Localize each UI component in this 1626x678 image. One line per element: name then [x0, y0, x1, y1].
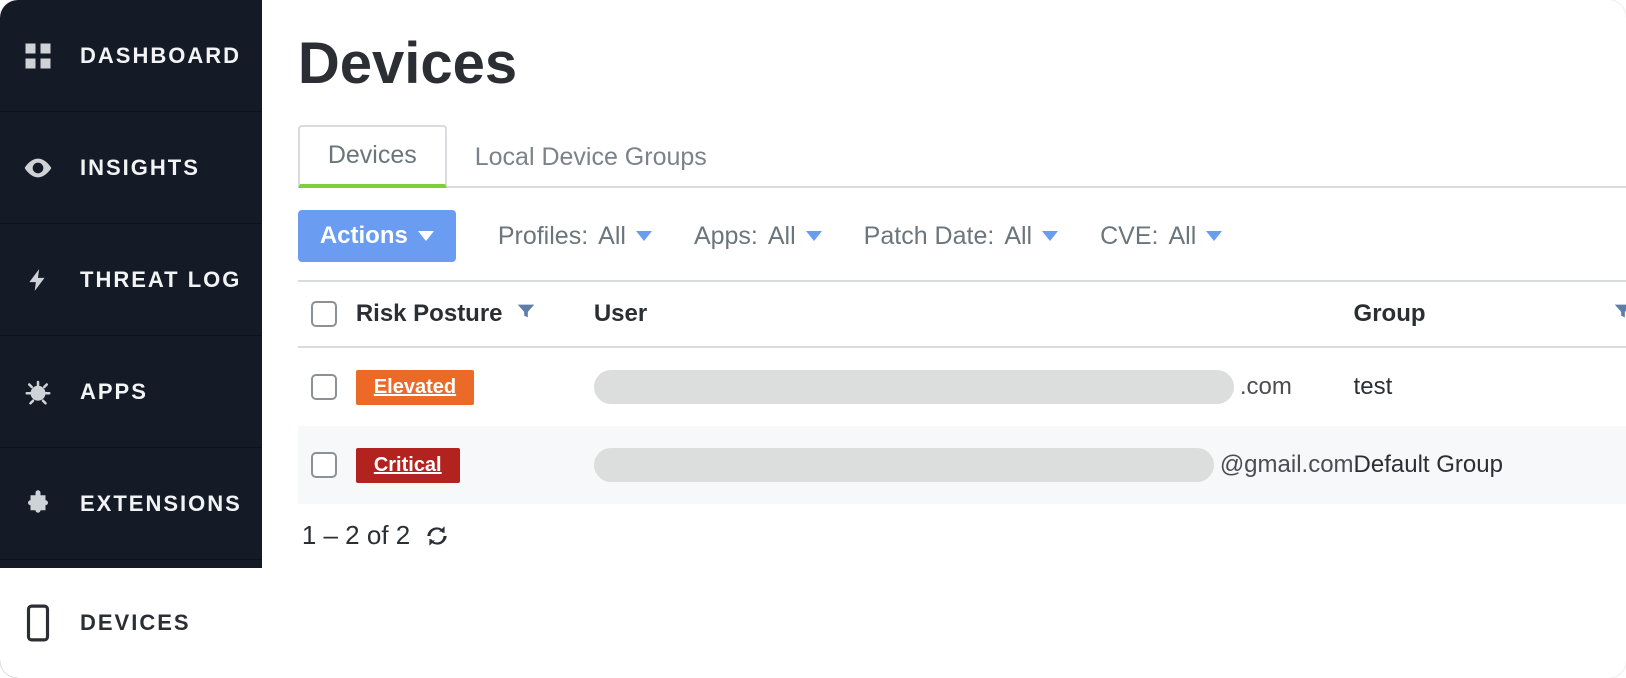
filter-patch-date[interactable]: Patch Date: All: [864, 222, 1058, 251]
tab-label: Devices: [328, 141, 417, 169]
sidebar-item-dashboard[interactable]: DASHBOARD: [0, 0, 262, 112]
eye-icon: [20, 152, 56, 184]
table-row[interactable]: Elevated .com test: [298, 348, 1626, 426]
device-icon: [20, 604, 56, 642]
sidebar-item-label: DASHBOARD: [80, 43, 241, 69]
sidebar-item-insights[interactable]: INSIGHTS: [0, 112, 262, 224]
filter-cve[interactable]: CVE: All: [1100, 222, 1222, 251]
group-value: test: [1354, 373, 1393, 401]
chevron-down-icon: [1042, 231, 1058, 241]
refresh-icon[interactable]: [424, 523, 450, 549]
bug-icon: [20, 377, 56, 407]
redacted-user: [594, 448, 1214, 482]
devices-table: Risk Posture User Group: [298, 280, 1626, 504]
actions-button[interactable]: Actions: [298, 210, 456, 262]
pager: 1 – 2 of 2: [298, 520, 1626, 551]
risk-badge-critical[interactable]: Critical: [356, 448, 460, 483]
sidebar-item-threatlog[interactable]: THREAT LOG: [0, 224, 262, 336]
sidebar-item-label: APPS: [80, 379, 148, 405]
filter-apps[interactable]: Apps: All: [694, 222, 822, 251]
group-value: Default Group: [1354, 451, 1503, 479]
row-checkbox[interactable]: [311, 374, 337, 400]
actions-label: Actions: [320, 222, 408, 250]
sidebar-item-label: EXTENSIONS: [80, 491, 242, 517]
grid-icon: [20, 41, 56, 71]
sidebar-item-label: INSIGHTS: [80, 155, 200, 181]
column-group-label: Group: [1354, 300, 1602, 328]
main-content: Devices Devices Local Device Groups Acti…: [262, 0, 1626, 678]
sidebar-item-label: DEVICES: [80, 610, 191, 636]
redacted-user: [594, 370, 1234, 404]
tabs: Devices Local Device Groups: [298, 125, 1626, 188]
row-checkbox[interactable]: [311, 452, 337, 478]
user-suffix: .com: [1240, 373, 1292, 401]
tab-devices[interactable]: Devices: [298, 125, 447, 188]
sidebar-item-apps[interactable]: APPS: [0, 336, 262, 448]
filter-bar: Actions Profiles: All Apps: All Patch Da…: [298, 210, 1626, 262]
table-row[interactable]: Critical @gmail.com Default Group: [298, 426, 1626, 504]
puzzle-icon: [20, 489, 56, 519]
sidebar-item-extensions[interactable]: EXTENSIONS: [0, 448, 262, 560]
filter-profiles[interactable]: Profiles: All: [498, 222, 652, 251]
user-suffix: @gmail.com: [1220, 451, 1354, 479]
chevron-down-icon: [636, 231, 652, 241]
pager-text: 1 – 2 of 2: [302, 520, 410, 551]
tab-local-device-groups[interactable]: Local Device Groups: [447, 129, 735, 186]
column-user-label: User: [594, 300, 647, 328]
chevron-down-icon: [1206, 231, 1222, 241]
sidebar-item-label: THREAT LOG: [80, 267, 241, 293]
column-risk-label: Risk Posture: [356, 300, 503, 328]
chevron-down-icon: [806, 231, 822, 241]
select-all-checkbox[interactable]: [311, 301, 337, 327]
filter-icon[interactable]: [515, 300, 537, 329]
table-header: Risk Posture User Group: [298, 282, 1626, 348]
risk-badge-elevated[interactable]: Elevated: [356, 370, 474, 405]
page-title: Devices: [298, 30, 1626, 97]
bolt-icon: [20, 265, 56, 295]
filter-icon[interactable]: [1612, 300, 1626, 329]
chevron-down-icon: [418, 231, 434, 241]
tab-label: Local Device Groups: [475, 143, 707, 171]
